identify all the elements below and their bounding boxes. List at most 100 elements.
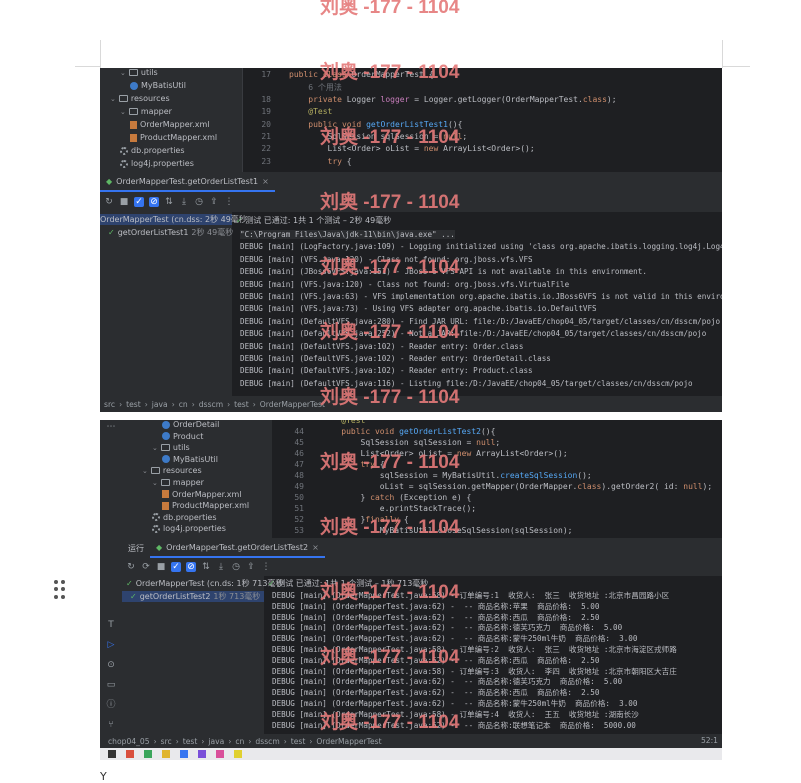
start-icon[interactable] bbox=[108, 750, 116, 758]
show-ignored-icon[interactable]: ⊘ bbox=[149, 197, 159, 207]
chevron-down-icon[interactable]: ⌄ bbox=[152, 444, 158, 452]
export-icon[interactable]: ⇪ bbox=[246, 562, 256, 572]
breadcrumb-item[interactable]: OrderMapperTest bbox=[316, 737, 381, 746]
show-passed-icon[interactable]: ✓ bbox=[134, 197, 144, 207]
terminal-icon[interactable]: ▭ bbox=[106, 680, 116, 690]
test-tree-item[interactable]: ✓ getOrderListTest1 2秒 49毫秒 bbox=[100, 227, 233, 238]
collapse-icon[interactable]: ⤓ bbox=[179, 197, 189, 207]
tree-item[interactable]: ⌄ resources bbox=[142, 466, 202, 475]
chevron-down-icon[interactable]: ⌄ bbox=[120, 69, 126, 77]
more-tools-icon[interactable]: ⋯ bbox=[106, 422, 116, 432]
breadcrumb-item[interactable]: cn bbox=[235, 737, 244, 746]
top-left-guide-line bbox=[75, 66, 100, 67]
breadcrumb-item[interactable]: dsscm bbox=[255, 737, 279, 746]
tree-item[interactable]: OrderMapper.xml bbox=[130, 120, 209, 129]
text-icon[interactable]: T bbox=[106, 620, 116, 630]
breadcrumb-item[interactable]: test bbox=[126, 400, 141, 409]
code-token: 6 个用法 bbox=[289, 83, 342, 93]
code-line[interactable]: @Test bbox=[278, 420, 365, 425]
caret-position[interactable]: 52:1 bbox=[701, 736, 718, 745]
console-output[interactable]: "C:\Program Files\Java\jdk-11\bin\java.e… bbox=[236, 228, 722, 394]
run-icon[interactable]: ▷ bbox=[106, 640, 116, 650]
code-line[interactable]: 19 @Test bbox=[245, 107, 332, 116]
history-icon[interactable]: ◷ bbox=[231, 562, 241, 572]
drag-handle-icon[interactable] bbox=[54, 580, 66, 600]
breadcrumb-item[interactable]: src bbox=[161, 737, 172, 746]
test-tree-item[interactable]: OrderMapperTest (cn.dss: 2秒 49毫秒 bbox=[100, 214, 247, 225]
close-icon[interactable]: × bbox=[312, 543, 319, 552]
taskbar-app-icon[interactable] bbox=[198, 750, 206, 758]
tree-item[interactable]: OrderMapper.xml bbox=[162, 490, 241, 499]
breadcrumb-item[interactable]: java bbox=[152, 400, 168, 409]
chevron-down-icon[interactable]: ⌄ bbox=[120, 108, 126, 116]
taskbar-app-icon[interactable] bbox=[234, 750, 242, 758]
code-line[interactable]: 23 try { bbox=[245, 157, 351, 166]
stop-icon[interactable]: ■ bbox=[119, 197, 129, 207]
code-line[interactable]: 6 个用法 bbox=[245, 82, 342, 93]
history-icon[interactable]: ◷ bbox=[194, 197, 204, 207]
taskbar-app-icon[interactable] bbox=[216, 750, 224, 758]
tree-item[interactable]: Product bbox=[162, 432, 203, 441]
code-editor[interactable]: 17 public class OrderMapperTest { 6 个用法 18… bbox=[245, 68, 722, 172]
tree-item[interactable]: OrderDetail bbox=[162, 420, 219, 429]
test-tree-item[interactable]: ✓ getOrderListTest2 1秒 713毫秒 bbox=[122, 591, 264, 602]
more-icon[interactable]: ⋮ bbox=[261, 562, 271, 572]
tree-item[interactable]: ⌄ mapper bbox=[152, 478, 204, 487]
breadcrumb-item[interactable]: test bbox=[183, 737, 198, 746]
rerun-icon[interactable]: ↻ bbox=[104, 197, 114, 207]
collapse-icon[interactable]: ⤓ bbox=[216, 562, 226, 572]
console-line: "C:\Program Files\Java\jdk-11\bin\java.e… bbox=[240, 230, 455, 239]
code-line[interactable]: 18 private Logger logger = Logger.getLog… bbox=[245, 94, 616, 104]
taskbar-app-icon[interactable] bbox=[162, 750, 170, 758]
tree-item[interactable]: ⌄ utils bbox=[120, 68, 158, 77]
sort-icon[interactable]: ⇅ bbox=[201, 562, 211, 572]
services-icon[interactable]: ⊙ bbox=[106, 660, 116, 670]
code-line[interactable]: 44 public void getOrderListTest2(){ bbox=[278, 427, 495, 436]
tree-item[interactable]: db.properties bbox=[120, 146, 185, 155]
breadcrumb-item[interactable]: chop04_05 bbox=[108, 737, 150, 746]
sort-icon[interactable]: ⇅ bbox=[164, 197, 174, 207]
taskbar-app-icon[interactable] bbox=[180, 750, 188, 758]
code-line[interactable]: 45 SqlSession sqlSession = null; bbox=[278, 438, 500, 447]
tree-item[interactable]: MyBatisUtil bbox=[162, 455, 218, 464]
breadcrumb-item[interactable]: cn bbox=[179, 400, 188, 409]
tree-item[interactable]: ProductMapper.xml bbox=[162, 501, 249, 510]
tree-item[interactable]: ProductMapper.xml bbox=[130, 133, 217, 142]
close-icon[interactable]: × bbox=[262, 177, 269, 186]
test-tree-item[interactable]: ✓ OrderMapperTest (cn.ds: 1秒 713毫秒 bbox=[122, 578, 283, 589]
run-tab[interactable]: ◆ OrderMapperTest.getOrderListTest1 × bbox=[100, 172, 275, 192]
breadcrumb-item[interactable]: test bbox=[234, 400, 249, 409]
line-number: 18 bbox=[261, 94, 271, 104]
tree-item[interactable]: ⌄ utils bbox=[152, 443, 190, 452]
breadcrumb-item[interactable]: OrderMapperTest bbox=[260, 400, 325, 409]
rerun-failed-icon[interactable]: ⟳ bbox=[141, 562, 151, 572]
chevron-down-icon[interactable]: ⌄ bbox=[142, 467, 148, 475]
show-passed-icon[interactable]: ✓ bbox=[171, 562, 181, 572]
export-icon[interactable]: ⇪ bbox=[209, 197, 219, 207]
git-icon[interactable]: ⑂ bbox=[106, 720, 116, 730]
tree-item[interactable]: ⌄ mapper bbox=[120, 107, 172, 116]
tree-item[interactable]: ⌄ resources bbox=[110, 94, 170, 103]
rerun-icon[interactable]: ↻ bbox=[126, 562, 136, 572]
chevron-down-icon[interactable]: ⌄ bbox=[152, 479, 158, 487]
chevron-down-icon[interactable]: ⌄ bbox=[110, 95, 116, 103]
code-line[interactable]: 50 } catch (Exception e) { bbox=[278, 493, 471, 502]
run-tab[interactable]: ◆ OrderMapperTest.getOrderListTest2 × bbox=[150, 538, 325, 558]
taskbar-app-icon[interactable] bbox=[126, 750, 134, 758]
breadcrumb-item[interactable]: src bbox=[104, 400, 115, 409]
breadcrumb-item[interactable]: test bbox=[291, 737, 306, 746]
breadcrumb-item[interactable]: java bbox=[208, 737, 224, 746]
taskbar-app-icon[interactable] bbox=[144, 750, 152, 758]
tree-item[interactable]: MyBatisUtil bbox=[130, 81, 186, 90]
more-icon[interactable]: ⋮ bbox=[224, 197, 234, 207]
problems-icon[interactable]: ⓘ bbox=[106, 700, 116, 710]
breadcrumb-item[interactable]: dsscm bbox=[199, 400, 223, 409]
line-number: 20 bbox=[261, 119, 271, 129]
tree-item[interactable]: db.properties bbox=[152, 513, 217, 522]
show-ignored-icon[interactable]: ⊘ bbox=[186, 562, 196, 572]
code-line[interactable]: 49 oList = sqlSession.getMapper(OrderMap… bbox=[278, 482, 712, 491]
tree-item[interactable]: log4j.properties bbox=[120, 159, 194, 168]
tree-item[interactable]: log4j.properties bbox=[152, 524, 226, 533]
watermark: 刘奥 -177 - 1104 bbox=[320, 582, 460, 603]
stop-icon[interactable]: ■ bbox=[156, 562, 166, 572]
